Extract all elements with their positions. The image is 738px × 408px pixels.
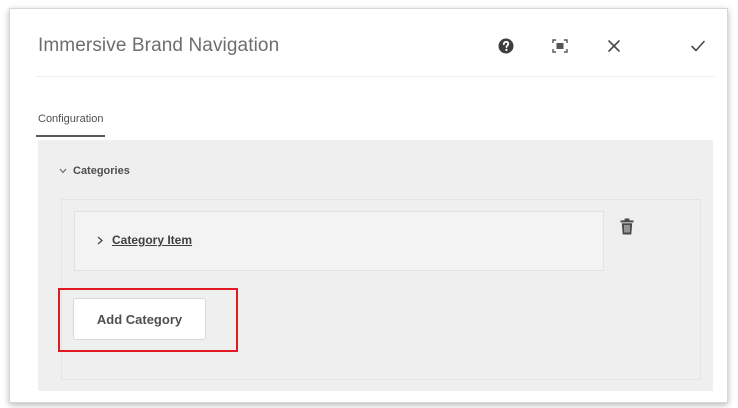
trash-icon xyxy=(620,218,634,235)
delete-item-button[interactable] xyxy=(620,218,634,240)
tab-list: Configuration xyxy=(36,109,106,137)
configuration-panel: Categories Category Item Add Category xyxy=(38,140,713,391)
dialog: Immersive Brand Navigation Configuration… xyxy=(9,8,728,403)
category-item: Category Item xyxy=(74,211,604,271)
checkmark-icon xyxy=(691,40,705,52)
chevron-right-icon xyxy=(97,236,103,244)
close-button[interactable] xyxy=(599,31,629,61)
dialog-header: Immersive Brand Navigation xyxy=(10,9,727,79)
dialog-title: Immersive Brand Navigation xyxy=(38,35,280,56)
done-button[interactable] xyxy=(683,31,713,61)
categories-multifield: Category Item Add Category xyxy=(61,199,701,380)
chevron-down-icon xyxy=(59,168,67,174)
help-button[interactable] xyxy=(491,31,521,61)
categories-toggle[interactable]: Categories xyxy=(59,165,130,177)
category-item-label: Category Item xyxy=(112,233,193,247)
close-icon xyxy=(608,40,620,52)
categories-label: Categories xyxy=(73,165,130,177)
help-icon xyxy=(498,38,514,54)
fullscreen-icon xyxy=(552,39,568,53)
add-category-button[interactable]: Add Category xyxy=(73,298,206,340)
category-item-toggle[interactable]: Category Item xyxy=(97,233,192,247)
header-divider xyxy=(36,76,715,77)
fullscreen-button[interactable] xyxy=(545,31,575,61)
tab-configuration[interactable]: Configuration xyxy=(36,113,106,137)
